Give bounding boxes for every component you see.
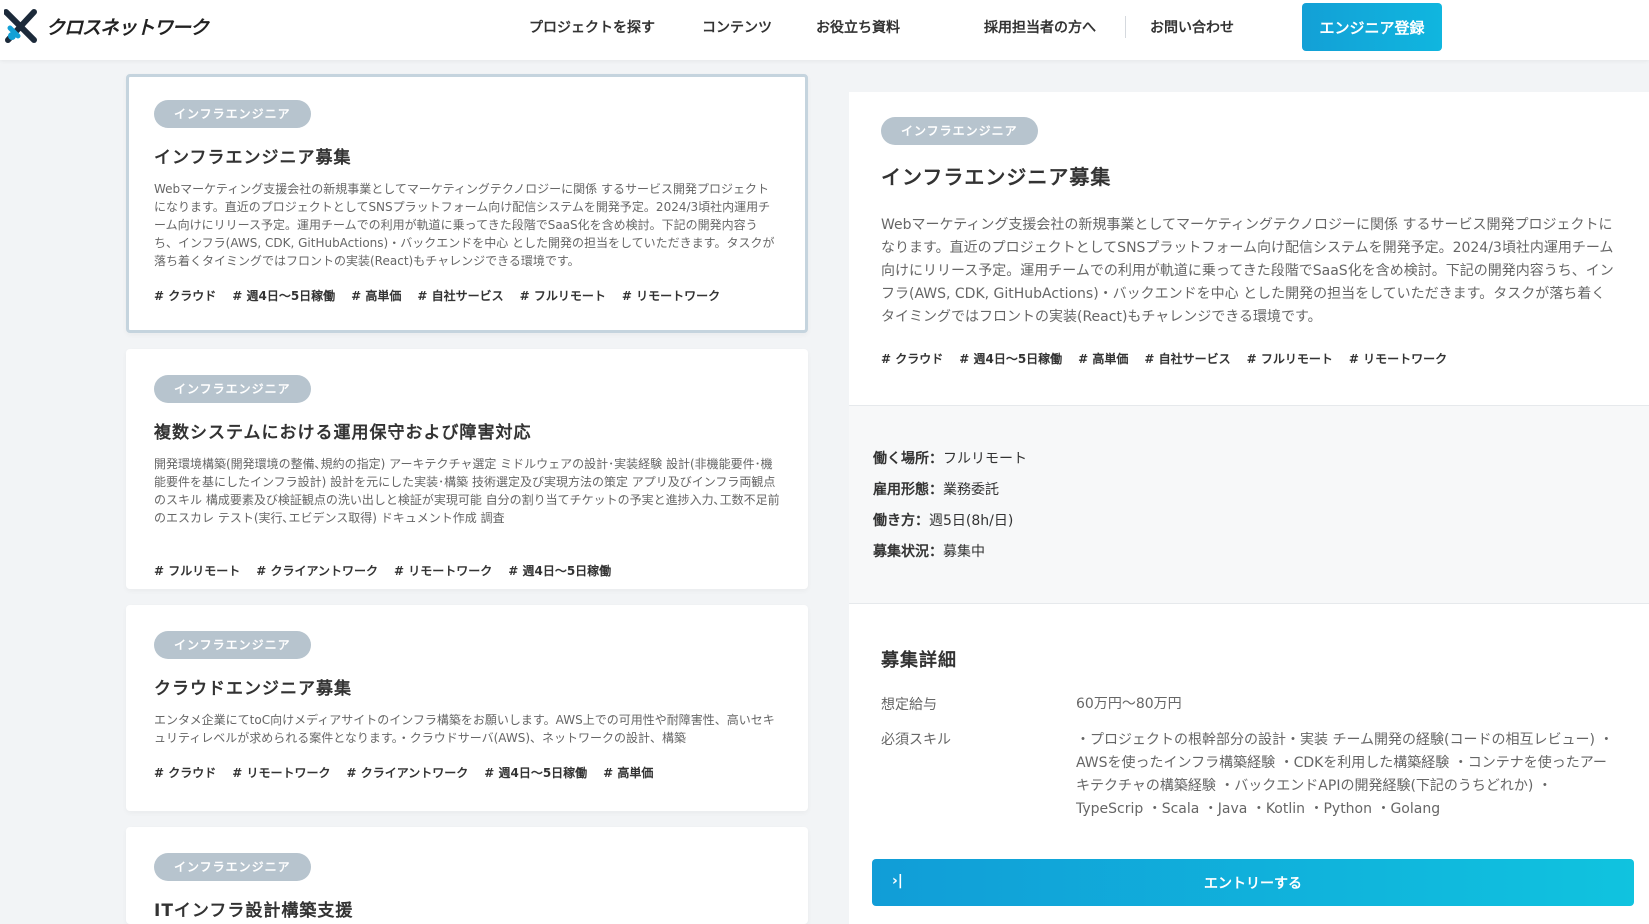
tag-list: # フルリモート # クライアントワーク # リモートワーク # 週4日～5日稼… xyxy=(154,562,780,579)
logo-mark-icon xyxy=(4,9,37,43)
info-label: 働き方： xyxy=(873,513,929,529)
info-value: 募集中 xyxy=(943,544,985,560)
project-card[interactable]: インフラエンジニア 複数システムにおける運用保守および障害対応 開発環境構築(開… xyxy=(126,349,808,589)
details-key: 想定給与 xyxy=(881,697,937,713)
entry-button-label: エントリーする xyxy=(1204,875,1302,892)
tag[interactable]: # 高単価 xyxy=(603,764,653,781)
tag[interactable]: # 週4日～5日稼働 xyxy=(508,562,611,579)
details-value: 60万円～80万円 xyxy=(1076,696,1182,712)
section-title: 募集詳細 xyxy=(881,650,957,671)
project-description: エンタメ企業にてtoC向けメディアサイトのインフラ構築をお願いします。AWS上で… xyxy=(154,713,775,745)
details-value: ・プロジェクトの根幹部分の設計・実装 チーム開発の経験(コードの相互レビュー) … xyxy=(1076,732,1614,817)
tag[interactable]: # フルリモート xyxy=(1247,350,1333,367)
tag[interactable]: # リモートワーク xyxy=(622,287,720,304)
info-row-status: 募集状況：募集中 xyxy=(873,541,1649,572)
site-header: クロスネットワーク プロジェクトを探す コンテンツ お役立ち資料 採用担当者の方… xyxy=(0,0,1649,60)
entry-arrow-icon: ›| xyxy=(892,873,903,889)
project-card[interactable]: インフラエンジニア ITインフラ設計構築支援 xyxy=(126,827,808,924)
project-title: ITインフラ設計構築支援 xyxy=(154,901,354,921)
nav-find-projects[interactable]: プロジェクトを探す xyxy=(529,17,655,37)
tag[interactable]: # 自社サービス xyxy=(417,287,503,304)
tag[interactable]: # クラウド xyxy=(154,764,216,781)
tag-list: # クラウド # 週4日～5日稼働 # 高単価 # 自社サービス # フルリモー… xyxy=(154,287,780,304)
info-row-work-style: 働き方：週5日(8h/日) xyxy=(873,510,1649,541)
info-label: 募集状況： xyxy=(873,544,943,560)
project-card[interactable]: インフラエンジニア インフラエンジニア募集 Webマーケティング支援会社の新規事… xyxy=(126,74,808,333)
tag-list: # クラウド # 週4日～5日稼働 # 高単価 # 自社サービス # フルリモー… xyxy=(881,350,1619,367)
nav-for-recruiters[interactable]: 採用担当者の方へ xyxy=(984,17,1096,37)
category-badge: インフラエンジニア xyxy=(154,853,311,881)
project-description: 開発環境構築(開発環境の整備､規約の指定) アーキテクチャ選定 ミドルウェアの設… xyxy=(154,457,780,525)
info-value: フルリモート xyxy=(943,451,1027,467)
category-badge: インフラエンジニア xyxy=(154,375,311,403)
tag[interactable]: # リモートワーク xyxy=(232,764,330,781)
tag[interactable]: # クライアントワーク xyxy=(256,562,378,579)
nav-divider xyxy=(1125,16,1126,38)
info-label: 働く場所： xyxy=(873,451,943,467)
category-badge: インフラエンジニア xyxy=(881,117,1038,145)
recruitment-details: 募集詳細 想定給与 60万円～80万円 必須スキル ・プロジェクトの根幹部分の設… xyxy=(849,604,1649,821)
tag-list: # クラウド # リモートワーク # クライアントワーク # 週4日～5日稼働 … xyxy=(154,764,780,781)
info-label: 雇用形態： xyxy=(873,482,943,498)
tag[interactable]: # フルリモート xyxy=(520,287,606,304)
engineer-register-button[interactable]: エンジニア登録 xyxy=(1302,3,1442,51)
info-row-employment-type: 雇用形態：業務委託 xyxy=(873,479,1649,510)
details-key: 必須スキル xyxy=(881,732,951,748)
tag[interactable]: # 週4日～5日稼働 xyxy=(232,287,335,304)
project-title: 複数システムにおける運用保守および障害対応 xyxy=(154,423,532,443)
logo-text: クロスネットワーク xyxy=(46,16,209,39)
category-badge: インフラエンジニア xyxy=(154,100,311,128)
tag[interactable]: # リモートワーク xyxy=(394,562,492,579)
work-conditions: 働く場所：フルリモート 雇用形態：業務委託 働き方：週5日(8h/日) 募集状況… xyxy=(849,406,1649,604)
project-card[interactable]: インフラエンジニア クラウドエンジニア募集 エンタメ企業にてtoC向けメディアサ… xyxy=(126,605,808,811)
tag[interactable]: # クライアントワーク xyxy=(346,764,468,781)
tag[interactable]: # 週4日～5日稼働 xyxy=(484,764,587,781)
entry-button[interactable]: ›| エントリーする xyxy=(872,859,1634,906)
tag[interactable]: # 高単価 xyxy=(351,287,401,304)
project-description: Webマーケティング支援会社の新規事業としてマーケティングテクノロジーに関係 す… xyxy=(154,182,775,268)
nav-contents[interactable]: コンテンツ xyxy=(702,17,772,37)
tag[interactable]: # フルリモート xyxy=(154,562,240,579)
info-row-location: 働く場所：フルリモート xyxy=(873,448,1649,479)
tag[interactable]: # 自社サービス xyxy=(1144,350,1230,367)
tag[interactable]: # クラウド xyxy=(881,350,943,367)
info-value: 週5日(8h/日) xyxy=(929,513,1014,529)
detail-summary: インフラエンジニア インフラエンジニア募集 Webマーケティング支援会社の新規事… xyxy=(849,92,1649,406)
details-row-salary: 想定給与 60万円～80万円 xyxy=(881,694,1619,714)
category-badge: インフラエンジニア xyxy=(154,631,311,659)
project-detail-panel: インフラエンジニア インフラエンジニア募集 Webマーケティング支援会社の新規事… xyxy=(849,92,1649,924)
nav-resources[interactable]: お役立ち資料 xyxy=(816,17,900,37)
tag[interactable]: # クラウド xyxy=(154,287,216,304)
project-title: クラウドエンジニア募集 xyxy=(154,679,352,699)
project-title: インフラエンジニア募集 xyxy=(154,148,352,168)
detail-title: インフラエンジニア募集 xyxy=(881,165,1112,189)
nav-contact[interactable]: お問い合わせ xyxy=(1150,17,1234,37)
site-logo[interactable]: クロスネットワーク xyxy=(4,6,209,46)
tag[interactable]: # リモートワーク xyxy=(1349,350,1447,367)
details-row-required-skills: 必須スキル ・プロジェクトの根幹部分の設計・実装 チーム開発の経験(コードの相互… xyxy=(881,729,1619,821)
tag[interactable]: # 高単価 xyxy=(1078,350,1128,367)
info-value: 業務委託 xyxy=(943,482,999,498)
detail-description: Webマーケティング支援会社の新規事業としてマーケティングテクノロジーに関係 す… xyxy=(881,217,1614,325)
details-table: 想定給与 60万円～80万円 必須スキル ・プロジェクトの根幹部分の設計・実装 … xyxy=(881,694,1619,821)
tag[interactable]: # 週4日～5日稼働 xyxy=(959,350,1062,367)
